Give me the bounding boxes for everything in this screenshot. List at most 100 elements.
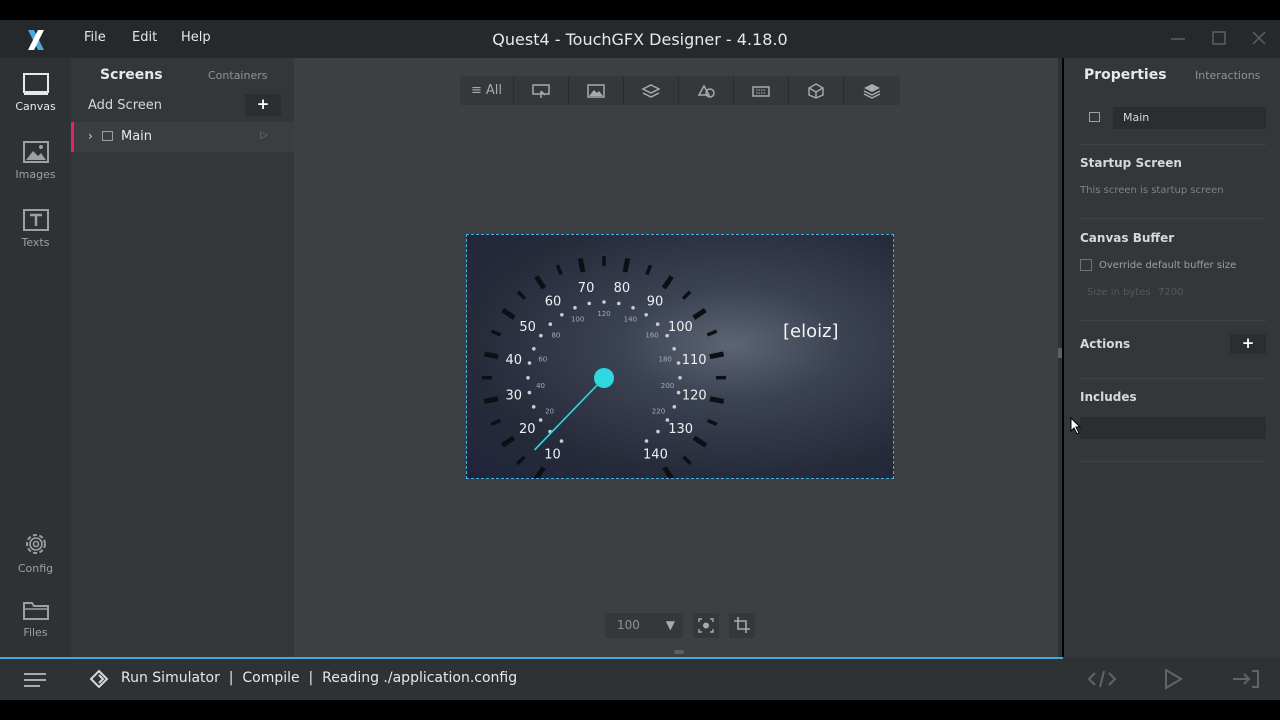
gauge-label: 80	[614, 281, 631, 296]
progress-line	[0, 657, 1063, 659]
gauge-inner-dot	[676, 361, 681, 365]
gauge-major-tick	[483, 351, 499, 360]
bottom-letterbox	[0, 700, 1280, 720]
gauge-minor-tick	[490, 329, 502, 337]
zoom-select[interactable]: 100 ▼	[605, 613, 683, 638]
gauge-minor-tick	[645, 264, 653, 276]
status-text[interactable]: Run Simulator | Compile | Reading ./appl…	[121, 670, 517, 686]
filter-mixins[interactable]	[844, 76, 900, 105]
code-icon[interactable]	[1087, 668, 1117, 690]
close-icon[interactable]	[1249, 28, 1269, 48]
actions-title: Actions	[1080, 337, 1131, 351]
filter-buttons[interactable]	[514, 76, 569, 105]
menu-edit[interactable]: Edit	[132, 30, 157, 45]
gauge-inner-label: 220	[652, 408, 665, 416]
gauge-minor-tick	[681, 290, 692, 300]
divider	[1080, 461, 1266, 462]
gauge-inner-label: 100	[571, 316, 584, 324]
gauge-inner-dot	[672, 405, 677, 409]
rail-config-label: Config	[17, 562, 54, 575]
canvas-area[interactable]: ≡ All 10 20 30 40 50 60 70 80 90 100 110 120 130 140 20…	[294, 58, 1062, 657]
add-action-button[interactable]: +	[1230, 334, 1266, 354]
gauge-inner-dot	[665, 333, 669, 338]
includes-field[interactable]	[1080, 417, 1266, 439]
gauge-inner-dot	[559, 439, 564, 443]
screen-row-main[interactable]: › Main ▷	[71, 122, 294, 152]
texts-icon	[22, 209, 49, 231]
gauge-inner-dot	[655, 322, 660, 326]
gauge-inner-dot	[531, 405, 536, 409]
gauge-major-tick	[501, 307, 516, 320]
gauge-major-tick	[662, 466, 675, 478]
hamburger-icon[interactable]	[22, 671, 48, 689]
gauge-label: 140	[643, 447, 668, 462]
gauge-inner-dot	[560, 312, 564, 317]
screen-canvas[interactable]: 10 20 30 40 50 60 70 80 90 100 110 120 130 140 20 40 60 8…	[466, 234, 894, 479]
add-screen-button[interactable]: +	[245, 94, 281, 116]
gauge-inner-label: 180	[659, 355, 672, 363]
gear-icon	[25, 534, 46, 554]
minimize-icon[interactable]	[1168, 28, 1188, 48]
splitter-handle[interactable]	[1058, 348, 1062, 358]
filter-3d[interactable]	[789, 76, 844, 105]
gauge-inner-dot	[672, 346, 676, 351]
filter-containers[interactable]	[624, 76, 679, 105]
gauge-inner-label: 20	[545, 408, 554, 416]
export-icon[interactable]	[1231, 668, 1261, 690]
tab-screens[interactable]: Screens	[100, 67, 163, 83]
tab-interactions[interactable]: Interactions	[1195, 69, 1260, 82]
gauge-inner-dot	[532, 346, 536, 351]
image-icon	[587, 83, 605, 98]
menu-file[interactable]: File	[84, 30, 106, 45]
crop-button[interactable]	[729, 613, 755, 638]
fit-to-screen-button[interactable]	[693, 613, 719, 638]
gauge-inner-label: 120	[597, 310, 610, 318]
override-buffer-checkbox[interactable]	[1080, 259, 1092, 271]
mouse-cursor-icon	[1070, 417, 1082, 435]
gauge-label: 120	[682, 389, 707, 404]
rail-files[interactable]: Files	[0, 598, 71, 639]
filter-input[interactable]	[734, 76, 789, 105]
focus-icon	[698, 618, 714, 633]
tab-properties[interactable]: Properties	[1084, 67, 1167, 83]
menu-help[interactable]: Help	[181, 30, 211, 45]
gauge-inner-dot	[527, 390, 532, 395]
tab-containers[interactable]: Containers	[208, 69, 268, 82]
horizontal-scroll-thumb[interactable]	[674, 650, 684, 654]
gauge-inner-dot	[656, 429, 660, 434]
buffer-size-value[interactable]: 7200	[1158, 287, 1183, 298]
rail-config[interactable]: Config	[0, 530, 71, 575]
gauge-inner-dot	[526, 375, 530, 380]
rail-images[interactable]: Images	[0, 140, 71, 181]
gauge-label: 10	[544, 447, 561, 462]
app-logo-icon	[28, 30, 44, 50]
stack-icon	[863, 83, 881, 99]
filter-images[interactable]	[569, 76, 624, 105]
canvas-buffer-title: Canvas Buffer	[1080, 231, 1175, 245]
chevron-right-icon[interactable]: ›	[88, 129, 93, 143]
add-screen-label: Add Screen	[88, 98, 162, 113]
gauge-major-tick	[692, 435, 708, 448]
rail-texts[interactable]: Texts	[0, 208, 71, 249]
vertical-splitter[interactable]	[1058, 58, 1062, 657]
gauge-inner-dot	[548, 322, 553, 326]
filter-all-button[interactable]: ≡ All	[460, 76, 514, 105]
filter-shapes[interactable]	[679, 76, 734, 105]
gauge-inner-label: 140	[624, 316, 637, 324]
gauge-label: 60	[545, 294, 562, 309]
gauge-inner-dot	[539, 333, 543, 338]
divider	[1080, 144, 1266, 145]
gauge-inner-dot	[538, 418, 543, 422]
play-icon[interactable]	[1162, 668, 1184, 690]
startup-play-icon: ▷	[260, 130, 268, 141]
gauge-minor-tick	[706, 418, 718, 426]
gauge-minor-tick	[706, 329, 718, 337]
gauge-hub	[594, 368, 614, 388]
gauge-label: 20	[519, 422, 536, 437]
maximize-icon[interactable]	[1209, 28, 1229, 48]
widget-filter-toolbar: ≡ All	[460, 76, 900, 105]
keyboard-icon	[752, 85, 770, 97]
rail-canvas[interactable]: Canvas	[0, 72, 71, 113]
screen-name-field[interactable]: Main	[1113, 107, 1266, 129]
screen-icon	[1089, 112, 1100, 122]
